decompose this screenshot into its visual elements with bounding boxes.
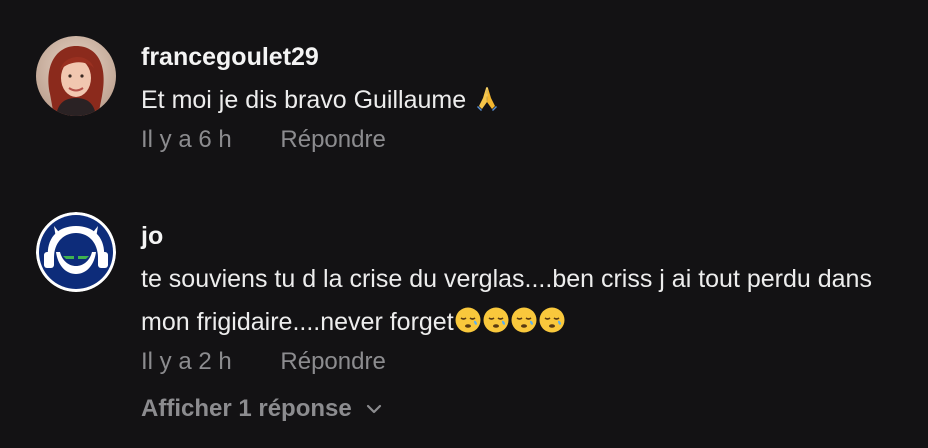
reply-button[interactable]: Répondre xyxy=(280,125,385,155)
avatar[interactable] xyxy=(36,212,116,292)
comment-item: francegoulet29 Et moi je dis bravo Guill… xyxy=(0,0,928,180)
view-replies-label: Afficher 1 réponse xyxy=(141,395,352,422)
cat-headphones-logo-icon xyxy=(36,212,116,292)
user-photo-icon xyxy=(36,36,116,116)
sleepy-face-icon xyxy=(538,306,566,334)
avatar[interactable] xyxy=(36,36,116,116)
comment-time: Il y a 2 h xyxy=(141,348,232,375)
comment-meta: Il y a 6 h Répondre xyxy=(141,125,914,155)
comment-item: jo te souviens tu d la crise du verglas.… xyxy=(0,200,928,390)
sleepy-face-icon xyxy=(482,306,510,334)
comment-meta: Il y a 2 h Répondre xyxy=(141,347,914,377)
chevron-down-icon xyxy=(366,392,382,422)
sleepy-face-icon xyxy=(510,306,538,334)
comment-text: te souviens tu d la crise du verglas....… xyxy=(141,258,914,344)
comment-username[interactable]: jo xyxy=(141,221,914,251)
sleepy-face-icon xyxy=(454,306,482,334)
comment-text: Et moi je dis bravo Guillaume xyxy=(141,79,914,122)
comment-text-body: Et moi je dis bravo Guillaume xyxy=(141,86,467,114)
view-replies-button[interactable]: Afficher 1 réponse xyxy=(141,392,382,424)
comment-username[interactable]: francegoulet29 xyxy=(141,42,914,72)
reply-button[interactable]: Répondre xyxy=(280,347,385,377)
comment-time: Il y a 6 h xyxy=(141,126,232,153)
folded-hands-icon xyxy=(473,84,501,112)
